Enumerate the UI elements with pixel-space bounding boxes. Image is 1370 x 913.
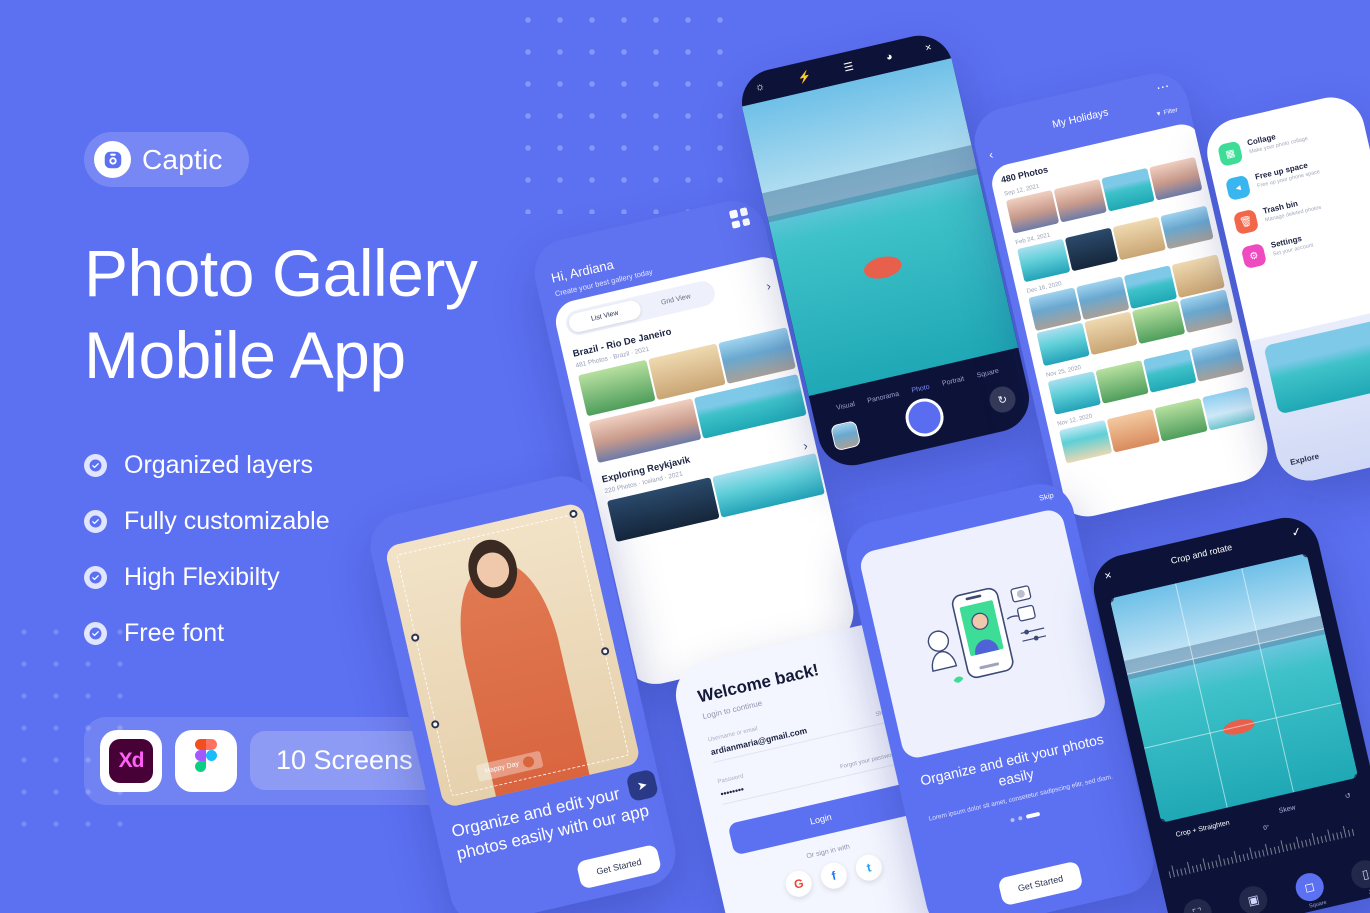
preview-photo[interactable]: [1263, 315, 1370, 415]
menu-list: ▦ Collage Make your photo collage ◂ Free…: [1200, 91, 1370, 272]
filter-label: Filter: [1162, 106, 1179, 117]
pagination-dot[interactable]: [1010, 818, 1016, 823]
free-crop-icon[interactable]: ⛶: [1180, 896, 1215, 913]
crop-handle[interactable]: [568, 509, 579, 519]
check-circle-icon: [84, 565, 107, 589]
chevron-left-icon[interactable]: ‹: [988, 147, 995, 162]
thumbnail[interactable]: [648, 343, 726, 401]
square-icon[interactable]: ◻: [1292, 870, 1327, 904]
thumbnail[interactable]: [1101, 167, 1155, 212]
thumbnail[interactable]: [1064, 227, 1119, 272]
chevron-right-icon[interactable]: ›: [765, 278, 773, 294]
twitter-icon[interactable]: t: [853, 852, 885, 884]
thumbnail[interactable]: [1005, 189, 1060, 234]
thumbnail[interactable]: [1053, 178, 1107, 223]
thumbnail[interactable]: [577, 359, 656, 417]
skip-button[interactable]: Skip: [1038, 491, 1054, 503]
thumbnail[interactable]: [1058, 419, 1113, 464]
thumbnail[interactable]: [1190, 338, 1245, 382]
headline-line-2: Mobile App: [84, 317, 406, 392]
dot-pattern-top-right: [512, 4, 744, 214]
crop-handle[interactable]: [600, 646, 611, 657]
page-title: Photo Gallery Mobile App: [84, 233, 504, 397]
crop-grid-overlay: [1110, 553, 1359, 823]
tab-skew[interactable]: Skew: [1278, 804, 1296, 816]
feature-item: Organized layers: [84, 451, 504, 480]
broom-icon: ◂: [1224, 174, 1252, 202]
crop-handle[interactable]: [430, 719, 440, 729]
check-circle-icon: [84, 621, 107, 645]
thumbnail[interactable]: [1154, 397, 1208, 442]
thumbnail[interactable]: [1017, 238, 1071, 283]
figma-icon: [175, 729, 237, 792]
poster-canvas: Captic Photo Gallery Mobile App Organize…: [0, 0, 1370, 913]
brand-logo: Captic: [84, 132, 249, 187]
filter-icon[interactable]: ◕: [885, 51, 894, 64]
collage-icon: ▦: [1217, 140, 1244, 167]
sliders-icon[interactable]: ☰: [842, 59, 854, 74]
check-icon[interactable]: ✓: [1290, 524, 1303, 540]
tab-grid-view[interactable]: Grid View: [638, 282, 713, 317]
adobe-xd-icon: Xd: [100, 729, 162, 792]
trash-icon: 🗑: [1232, 208, 1260, 236]
brightness-icon[interactable]: ☼: [754, 80, 767, 94]
image-icon[interactable]: ▣: [1236, 883, 1271, 913]
thumbnail[interactable]: [1202, 386, 1256, 431]
tab-list-view[interactable]: List View: [567, 298, 643, 334]
sticker-avatar-icon: [521, 755, 535, 769]
headline-line-1: Photo Gallery: [84, 236, 478, 310]
last-photo-thumbnail[interactable]: [830, 420, 862, 452]
filter-button[interactable]: ▼ Filter: [1155, 107, 1179, 119]
brand-name: Captic: [142, 143, 223, 175]
get-started-button[interactable]: Get Started: [575, 843, 663, 890]
format-badges: Xd 10 Screens: [84, 716, 455, 805]
feature-label: Organized layers: [124, 450, 313, 479]
facebook-icon[interactable]: f: [818, 860, 850, 892]
thumbnail[interactable]: [1149, 156, 1203, 201]
check-circle-icon: [84, 453, 107, 477]
google-icon[interactable]: G: [783, 868, 815, 900]
thumbnail[interactable]: [1143, 349, 1197, 393]
get-started-button[interactable]: Get Started: [997, 860, 1084, 907]
check-circle-icon: [84, 509, 107, 533]
tool-label-square: Square: [1308, 899, 1328, 910]
feature-label: Free font: [124, 618, 225, 647]
thumbnail[interactable]: [1112, 216, 1166, 261]
crop-handle[interactable]: [1353, 772, 1359, 783]
rotate-icon[interactable]: ↺: [1344, 792, 1351, 801]
person-holding-phone-illustration: [857, 507, 1109, 761]
close-icon[interactable]: ×: [924, 42, 933, 55]
gear-icon: ⚙: [1240, 242, 1268, 270]
crop-handle[interactable]: [410, 632, 421, 643]
flash-icon[interactable]: ⚡: [796, 69, 812, 85]
feature-label: High Flexibilty: [124, 562, 280, 591]
flip-camera-icon[interactable]: ↻: [986, 383, 1019, 416]
screen-count-badge: 10 Screens: [250, 731, 439, 791]
shutter-button[interactable]: [901, 394, 947, 441]
page-title: Crop and rotate: [1169, 541, 1234, 566]
crop-preview[interactable]: [1109, 553, 1359, 823]
close-icon[interactable]: ×: [1103, 568, 1113, 583]
pagination-dot-active[interactable]: [1025, 812, 1041, 820]
adobe-xd-label: Xd: [109, 738, 153, 783]
pagination-dot[interactable]: [1018, 816, 1023, 822]
ratio-icon[interactable]: ▯: [1348, 857, 1370, 892]
sticker-label: Happy Day: [484, 760, 520, 776]
thumbnail[interactable]: [1095, 360, 1149, 404]
thumbnail[interactable]: [1160, 205, 1214, 250]
camera-aperture-icon: [94, 141, 131, 178]
thumbnail[interactable]: [1047, 371, 1102, 415]
explore-label: Explore: [1289, 451, 1320, 468]
feature-label: Fully customizable: [124, 506, 330, 535]
editor-canvas[interactable]: Happy Day: [384, 501, 642, 809]
thumbnail[interactable]: [718, 327, 796, 384]
thumbnail[interactable]: [1106, 408, 1161, 453]
